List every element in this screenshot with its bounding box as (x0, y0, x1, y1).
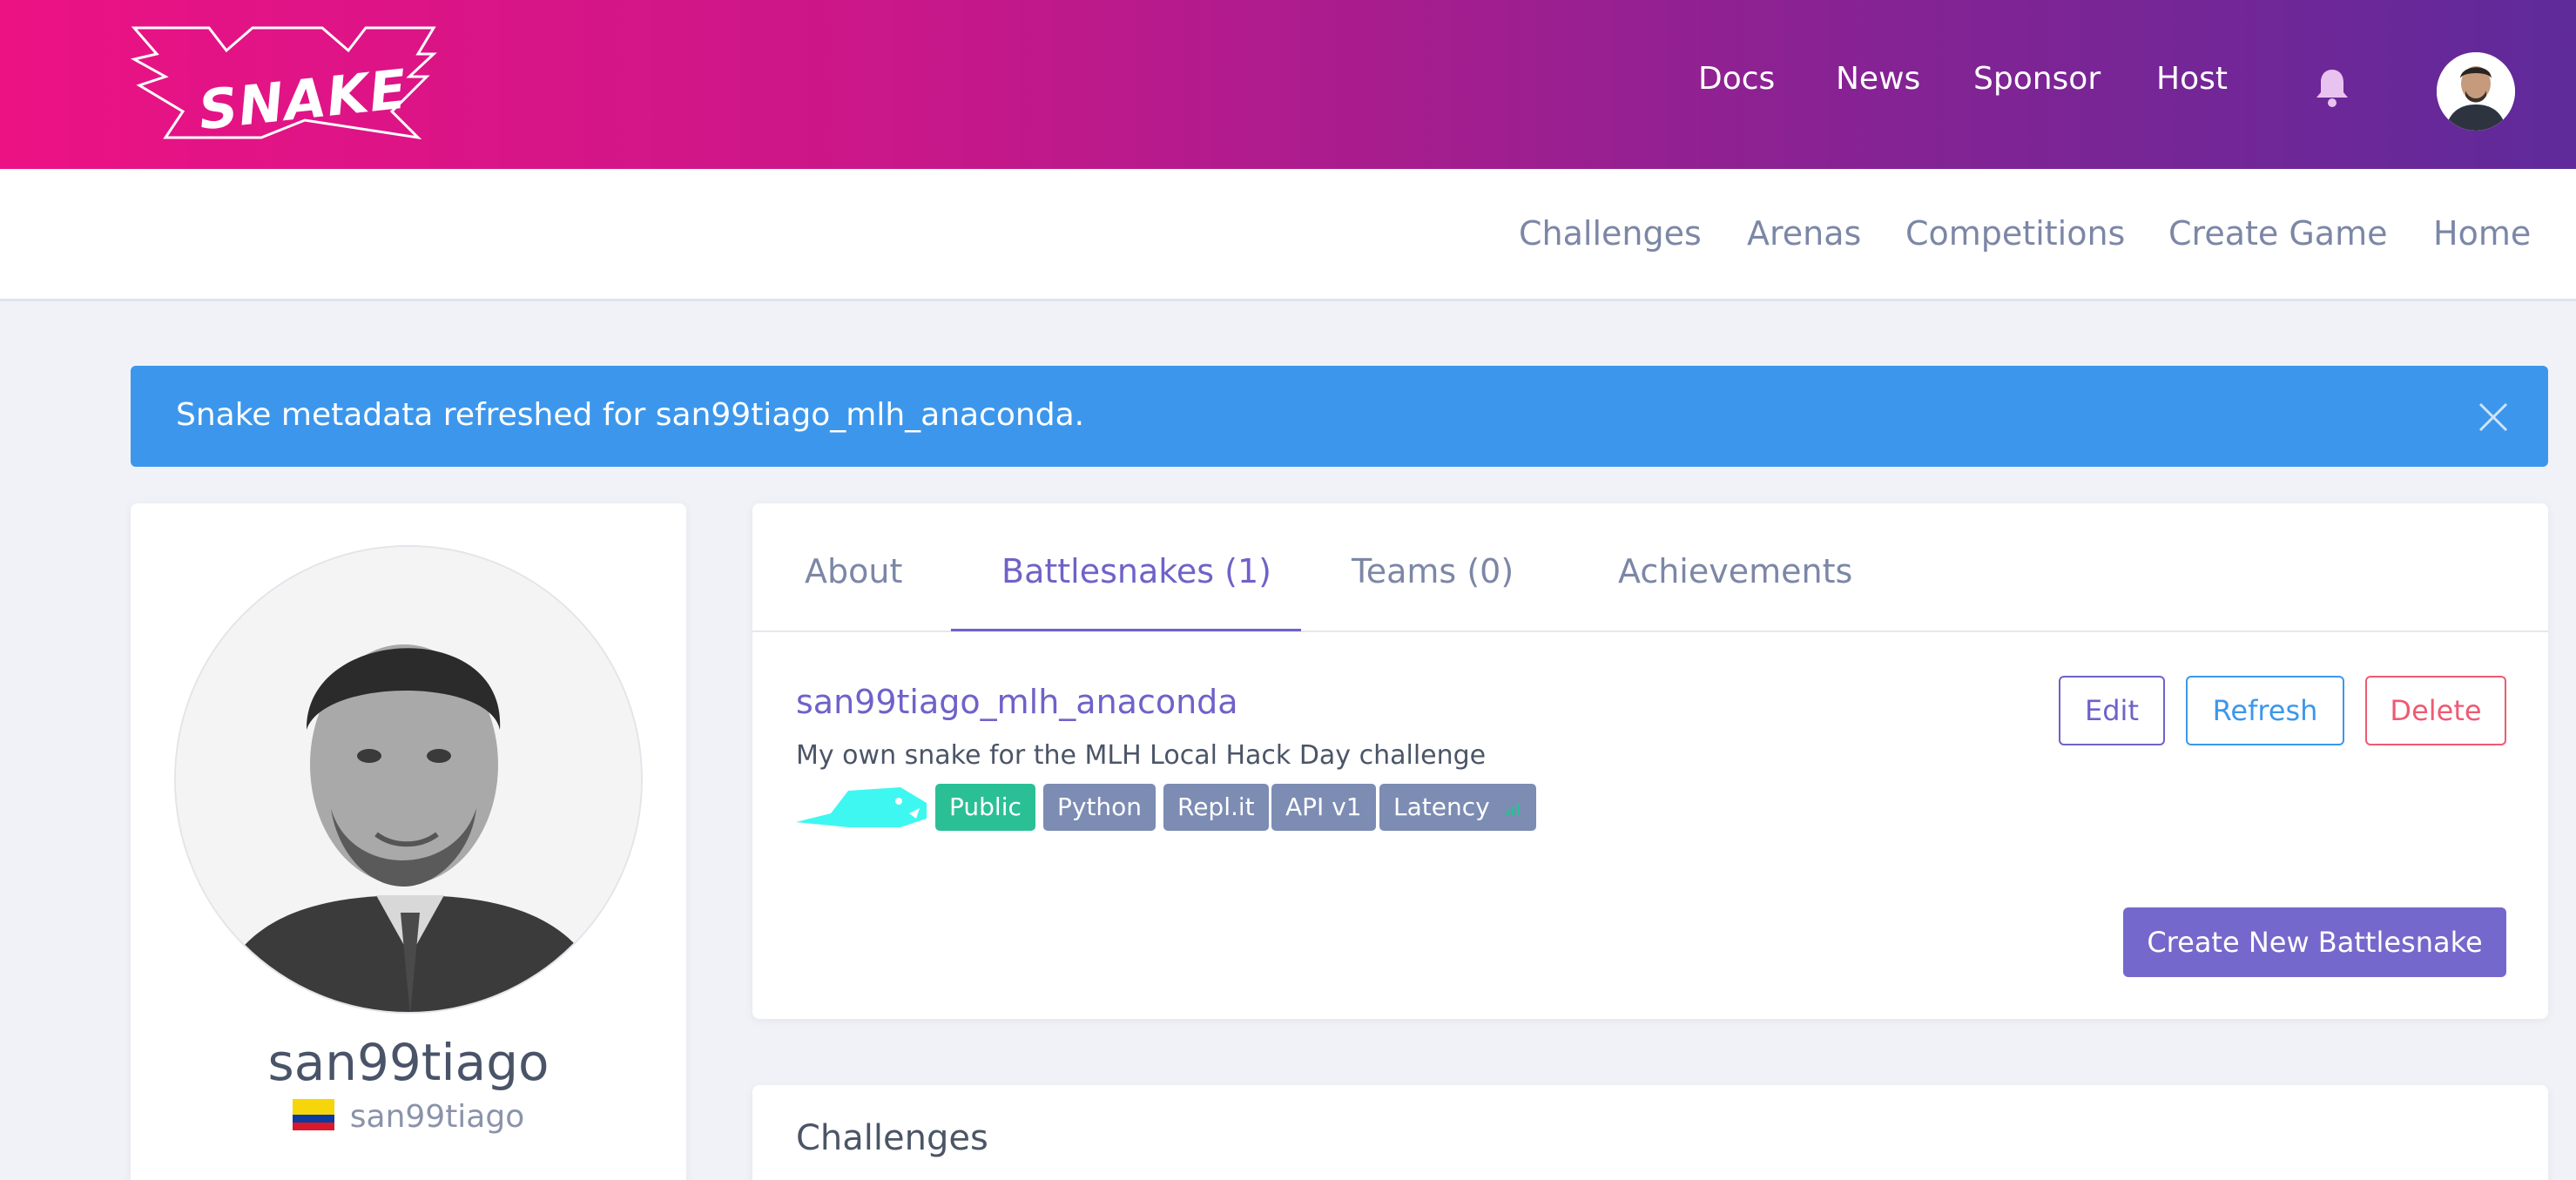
tab-teams[interactable]: Teams (0) (1352, 552, 1514, 590)
badge-api-version: API v1 (1271, 784, 1376, 831)
profile-name: san99tiago (267, 1033, 550, 1092)
top-nav: Docs News Sponsor Host (0, 61, 2576, 105)
badge-public: Public (935, 784, 1035, 831)
refresh-button[interactable]: Refresh (2186, 676, 2344, 745)
profile-card: san99tiago san99tiago (131, 503, 686, 1180)
subnav-home[interactable]: Home (2433, 214, 2531, 253)
top-header: SNAKE Docs News Sponsor Host (0, 0, 2576, 169)
alert-banner: Snake metadata refreshed for san99tiago_… (131, 366, 2548, 467)
tab-battlesnakes[interactable]: Battlesnakes (1) (1001, 552, 1271, 590)
subnav-arenas[interactable]: Arenas (1747, 214, 1861, 253)
challenges-title: Challenges (796, 1118, 988, 1158)
subnav-competitions[interactable]: Competitions (1905, 214, 2125, 253)
badge-latency: Latency (1379, 784, 1536, 831)
avatar[interactable] (2437, 52, 2515, 131)
snake-description: My own snake for the MLH Local Hack Day … (796, 740, 1487, 771)
user-avatar-image (2437, 52, 2515, 131)
create-new-battlesnake-button[interactable]: Create New Battlesnake (2123, 907, 2506, 977)
profile-photo (174, 545, 643, 1014)
profile-username-row: san99tiago (131, 1099, 686, 1135)
tab-achievements[interactable]: Achievements (1618, 552, 1852, 590)
subnav-create-game[interactable]: Create Game (2168, 214, 2387, 253)
battlesnakes-card: About Battlesnakes (1) Teams (0) Achieve… (752, 503, 2548, 1019)
snake-head-icon (796, 784, 927, 831)
bell-icon[interactable] (2313, 66, 2351, 108)
sub-nav: Challenges Arenas Competitions Create Ga… (0, 169, 2576, 301)
badge-language: Python (1043, 784, 1157, 831)
close-icon[interactable] (2473, 397, 2513, 437)
active-tab-indicator (951, 629, 1301, 631)
signal-icon (1506, 803, 1520, 815)
profile-tabs: About Battlesnakes (1) Teams (0) Achieve… (752, 503, 2548, 632)
snake-name-link[interactable]: san99tiago_mlh_anaconda (796, 683, 1238, 721)
edit-button[interactable]: Edit (2059, 676, 2165, 745)
profile-username: san99tiago (349, 1099, 525, 1135)
tab-about[interactable]: About (805, 552, 902, 590)
nav-news[interactable]: News (1836, 61, 1920, 97)
delete-button[interactable]: Delete (2365, 676, 2506, 745)
subnav-challenges[interactable]: Challenges (1519, 214, 1702, 253)
alert-message: Snake metadata refreshed for san99tiago_… (176, 397, 1085, 433)
nav-host[interactable]: Host (2156, 61, 2228, 97)
badge-latency-label: Latency (1393, 792, 1490, 821)
badge-platform: Repl.it (1163, 784, 1269, 831)
nav-docs[interactable]: Docs (1698, 61, 1775, 97)
challenges-card: Challenges (752, 1085, 2548, 1180)
nav-sponsor[interactable]: Sponsor (1973, 61, 2101, 97)
colombia-flag-icon (292, 1099, 334, 1130)
